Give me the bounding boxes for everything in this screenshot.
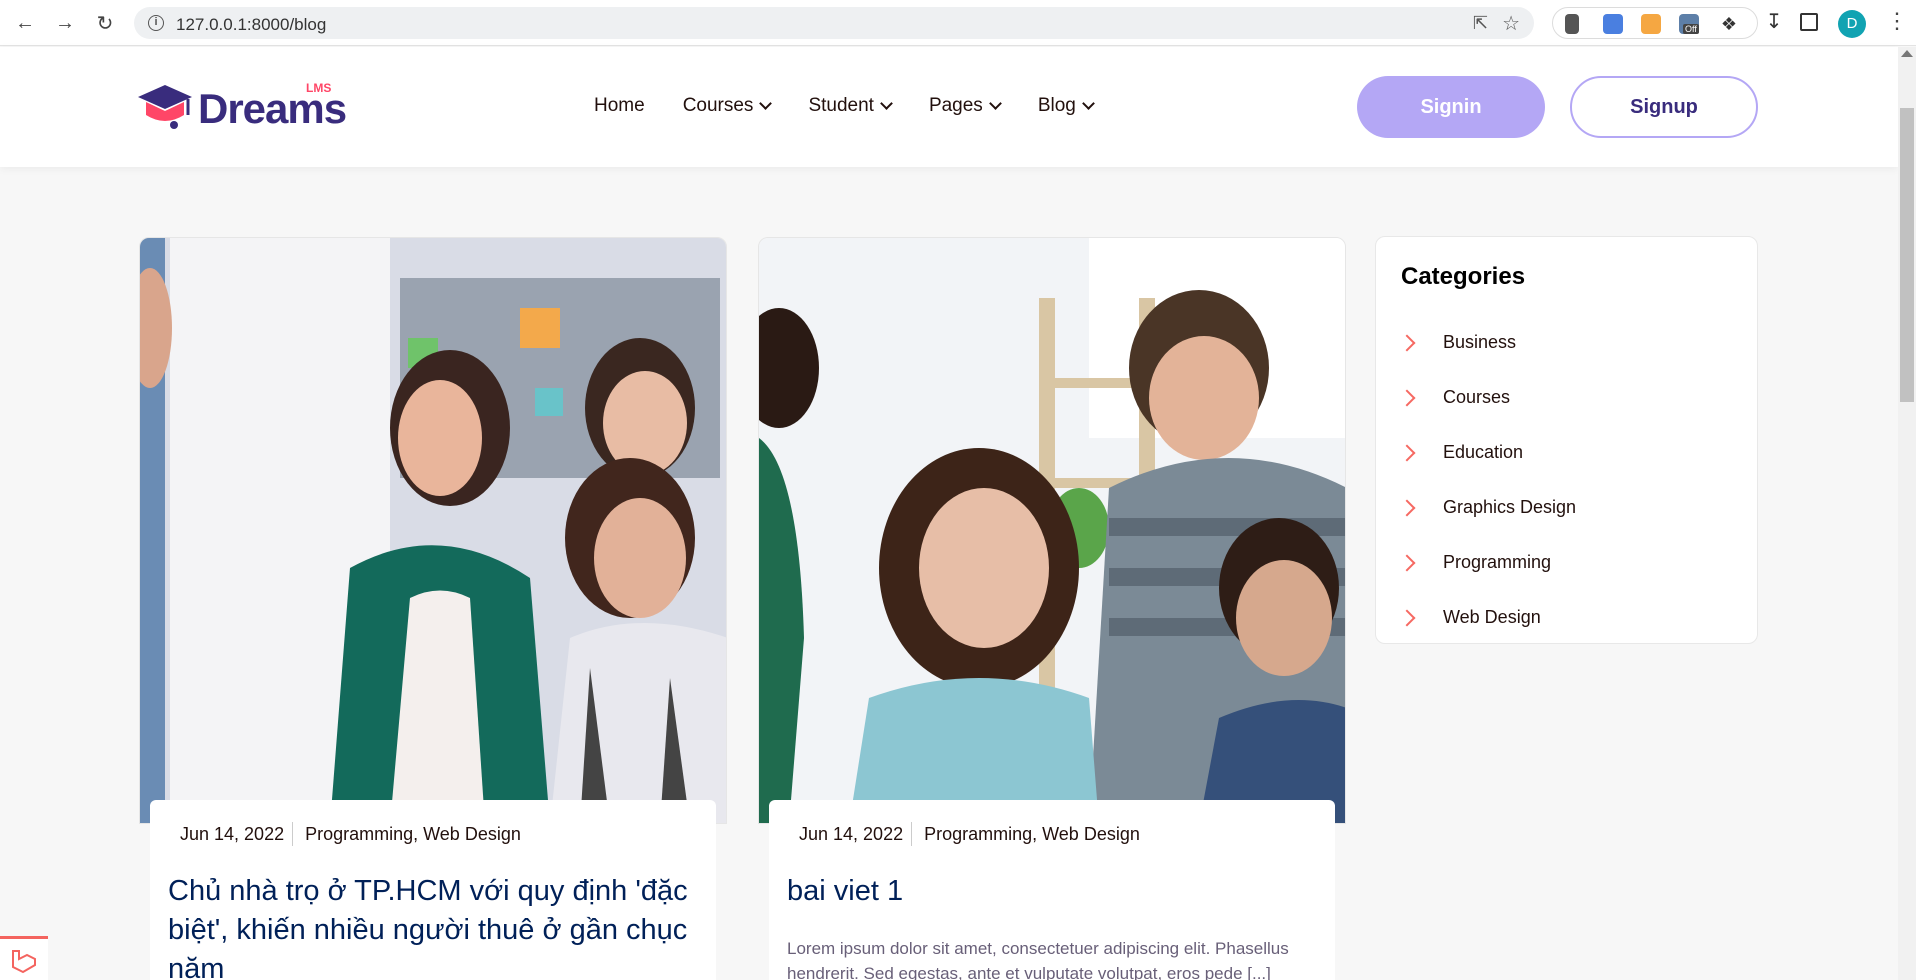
debugbar-toggle[interactable] bbox=[0, 936, 48, 980]
blog-post-card: Jun 14, 2022 Programming, Web Design Chủ… bbox=[139, 237, 727, 980]
post-date: Jun 14, 2022 bbox=[799, 823, 904, 844]
chevron-right-icon bbox=[1398, 499, 1416, 516]
meta-divider bbox=[292, 822, 294, 846]
category-item-education[interactable]: Education bbox=[1398, 425, 1731, 480]
nav-item-student[interactable]: Student bbox=[808, 95, 893, 117]
category-item-programming[interactable]: Programming bbox=[1398, 535, 1731, 590]
share-icon[interactable]: ⇱ bbox=[1473, 13, 1488, 34]
post-categories[interactable]: Programming, Web Design bbox=[924, 824, 1140, 845]
browser-toolbar: ← → ↻ i 127.0.0.1:8000/blog ⇱ ☆ Off ❖ ↧ … bbox=[0, 0, 1916, 46]
laravel-icon bbox=[12, 950, 36, 974]
post-photo-students bbox=[759, 238, 1345, 823]
nav-item-label: Student bbox=[808, 95, 874, 116]
scrollbar-thumb[interactable] bbox=[1900, 108, 1914, 402]
chevron-down-icon bbox=[988, 97, 1002, 110]
post-categories[interactable]: Programming, Web Design bbox=[305, 824, 521, 845]
nav-item-label: Courses bbox=[682, 95, 754, 116]
address-bar[interactable]: i 127.0.0.1:8000/blog ⇱ ☆ bbox=[134, 7, 1534, 39]
nav-item-label: Blog bbox=[1037, 95, 1076, 116]
post-date: Jun 14, 2022 bbox=[180, 823, 285, 844]
url-text[interactable]: 127.0.0.1:8000/blog bbox=[176, 15, 326, 35]
bookmark-star-icon[interactable]: ☆ bbox=[1502, 11, 1520, 36]
post-excerpt: Lorem ipsum dolor sit amet, consectetuer… bbox=[787, 939, 1289, 980]
category-item-business[interactable]: Business bbox=[1398, 315, 1731, 370]
extensions-group: Off ❖ bbox=[1552, 7, 1758, 39]
chevron-right-icon bbox=[1398, 334, 1416, 351]
logo-superscript: LMS bbox=[306, 81, 332, 95]
category-item-courses[interactable]: Courses bbox=[1398, 370, 1731, 425]
chevron-down-icon bbox=[1081, 97, 1095, 110]
chevron-right-icon bbox=[1398, 444, 1416, 461]
main-nav: Home Courses Student Pages Blog bbox=[594, 95, 1131, 117]
extension-off-badge: Off bbox=[1683, 24, 1699, 34]
site-info-icon[interactable]: i bbox=[148, 15, 164, 31]
download-icon[interactable]: ↧ bbox=[1762, 10, 1786, 34]
chevron-down-icon bbox=[880, 97, 893, 110]
category-label: Business bbox=[1443, 332, 1517, 352]
nav-item-courses[interactable]: Courses bbox=[682, 95, 773, 117]
post-card-body: Jun 14, 2022 Programming, Web Design bai… bbox=[769, 800, 1335, 980]
extension-off-icon[interactable]: Off bbox=[1679, 14, 1699, 34]
extension-phone-icon[interactable] bbox=[1565, 14, 1579, 34]
extension-translate-icon[interactable] bbox=[1603, 14, 1623, 34]
widget-title: Categories bbox=[1401, 263, 1526, 290]
post-card-body: Jun 14, 2022 Programming, Web Design Chủ… bbox=[150, 800, 716, 980]
back-icon[interactable]: ← bbox=[12, 10, 38, 36]
signup-button[interactable]: Signup bbox=[1570, 76, 1758, 138]
nav-item-blog[interactable]: Blog bbox=[1037, 95, 1095, 117]
nav-item-pages[interactable]: Pages bbox=[928, 95, 1002, 117]
site-logo[interactable]: Dreams LMS bbox=[136, 81, 347, 141]
nav-item-label: Pages bbox=[928, 95, 983, 116]
category-label: Graphics Design bbox=[1443, 497, 1577, 517]
categories-widget: Categories Business Courses Education Gr… bbox=[1375, 236, 1758, 644]
forward-icon[interactable]: → bbox=[52, 10, 78, 36]
category-label: Programming bbox=[1443, 552, 1552, 572]
post-meta: Jun 14, 2022 Programming, Web Design bbox=[799, 822, 1140, 846]
chevron-right-icon bbox=[1398, 609, 1416, 626]
category-item-graphics-design[interactable]: Graphics Design bbox=[1398, 480, 1731, 535]
chevron-right-icon bbox=[1398, 554, 1416, 571]
category-list: Business Courses Education Graphics Desi… bbox=[1398, 315, 1731, 645]
puzzle-icon[interactable]: ❖ bbox=[1719, 14, 1739, 34]
category-label: Web Design bbox=[1443, 607, 1541, 627]
post-image[interactable] bbox=[758, 237, 1346, 824]
nav-item-label: Home bbox=[594, 95, 645, 116]
category-item-web-design[interactable]: Web Design bbox=[1398, 590, 1731, 645]
category-label: Education bbox=[1443, 442, 1524, 462]
scroll-up-arrow-icon[interactable] bbox=[1901, 50, 1913, 57]
site-header: Dreams LMS Home Courses Student Pages Bl… bbox=[0, 47, 1898, 167]
profile-avatar[interactable]: D bbox=[1838, 10, 1866, 38]
post-photo-meeting bbox=[140, 238, 726, 823]
post-meta: Jun 14, 2022 Programming, Web Design bbox=[180, 822, 521, 846]
side-panel-icon[interactable] bbox=[1800, 13, 1818, 31]
chevron-right-icon bbox=[1398, 389, 1416, 406]
nav-item-home[interactable]: Home bbox=[594, 95, 645, 117]
post-title[interactable]: Chủ nhà trọ ở TP.HCM với quy định 'đặc b… bbox=[168, 872, 688, 980]
signin-button[interactable]: Signin bbox=[1357, 76, 1545, 138]
extension-orange-icon[interactable] bbox=[1641, 14, 1661, 34]
browser-menu-icon[interactable]: ⋮ bbox=[1886, 8, 1908, 34]
graduation-cap-icon bbox=[138, 85, 192, 129]
category-label: Courses bbox=[1443, 387, 1511, 407]
blog-post-card: Jun 14, 2022 Programming, Web Design bai… bbox=[758, 237, 1346, 980]
reload-icon[interactable]: ↻ bbox=[92, 10, 118, 36]
post-title[interactable]: bai viet 1 bbox=[787, 872, 1307, 911]
chevron-down-icon bbox=[759, 97, 773, 110]
meta-divider bbox=[911, 822, 913, 846]
post-image[interactable] bbox=[139, 237, 727, 824]
